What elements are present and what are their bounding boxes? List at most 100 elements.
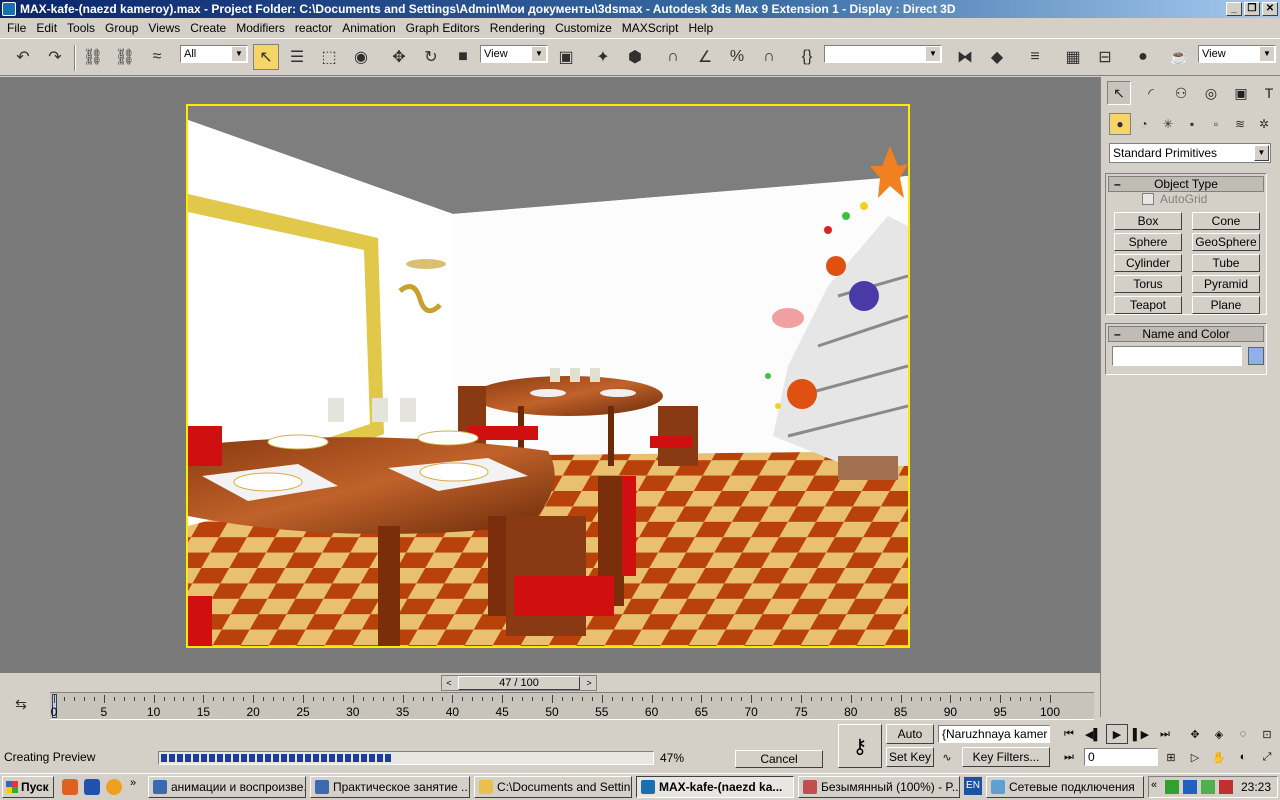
- sphere-button[interactable]: Sphere: [1114, 233, 1182, 251]
- lights-icon[interactable]: ✳: [1157, 113, 1179, 135]
- percent-snap-icon[interactable]: %: [724, 44, 750, 70]
- create-tab-icon[interactable]: ↖: [1107, 81, 1131, 105]
- object-type-header[interactable]: – Object Type: [1108, 176, 1264, 192]
- 3dsmax-app-icon[interactable]: [2, 2, 16, 16]
- select-and-manipulate-icon[interactable]: ✦: [590, 44, 616, 70]
- chevron-right-icon[interactable]: >: [582, 676, 596, 690]
- default-in-out-tangents-icon[interactable]: ∿: [936, 747, 958, 767]
- name-and-color-header[interactable]: – Name and Color: [1108, 326, 1264, 342]
- language-indicator[interactable]: EN: [964, 777, 982, 795]
- select-and-link-icon[interactable]: ⛓: [80, 44, 106, 70]
- more-quicklaunch-icon[interactable]: »: [130, 777, 136, 789]
- redo-icon[interactable]: ↷: [42, 44, 68, 70]
- restore-icon[interactable]: ❐: [1244, 2, 1260, 16]
- schematic-view-icon[interactable]: ⊟: [1092, 44, 1118, 70]
- tray-signal-icon[interactable]: [1201, 780, 1215, 794]
- mini-curve-editor-icon[interactable]: ⇆: [10, 696, 32, 714]
- cylinder-button[interactable]: Cylinder: [1114, 254, 1182, 272]
- angle-snap-icon[interactable]: ∠: [692, 44, 718, 70]
- menu-graph-editors[interactable]: Graph Editors: [403, 21, 487, 35]
- cone-button[interactable]: Cone: [1192, 212, 1260, 230]
- select-and-rotate-icon[interactable]: ↻: [418, 44, 444, 70]
- menu-edit[interactable]: Edit: [33, 21, 64, 35]
- arc-rotate-icon[interactable]: ◐: [1232, 747, 1254, 767]
- select-object-icon[interactable]: ↖: [253, 44, 279, 70]
- motion-tab-icon[interactable]: ◎: [1199, 81, 1223, 105]
- edit-named-selection-icon[interactable]: {}: [794, 44, 820, 70]
- browser-icon[interactable]: [62, 779, 78, 795]
- teapot-button[interactable]: Teapot: [1114, 296, 1182, 314]
- curve-editor-icon[interactable]: ▦: [1060, 44, 1086, 70]
- object-color-swatch[interactable]: [1248, 347, 1264, 365]
- camera-viewport[interactable]: [186, 104, 910, 648]
- menu-create[interactable]: Create: [187, 21, 233, 35]
- keyboard-shortcut-override-icon[interactable]: ⬢: [622, 44, 648, 70]
- layer-manager-icon[interactable]: ≡: [1022, 44, 1048, 70]
- selection-filter-dropdown[interactable]: All ▼: [180, 45, 248, 63]
- space-warps-icon[interactable]: ≋: [1229, 113, 1251, 135]
- timeline-ruler[interactable]: 0 5 10 15 20 25 30 35 40 45 50 55 60 65 70 75 80 85 90 95 10…: [50, 692, 1094, 720]
- menu-help[interactable]: Help: [685, 21, 720, 35]
- time-slider-thumb[interactable]: 47 / 100: [458, 676, 580, 690]
- auto-key-button[interactable]: Auto Key: [886, 724, 934, 759]
- cameras-icon[interactable]: ▪: [1181, 113, 1203, 135]
- menu-views[interactable]: Views: [145, 21, 187, 35]
- media-player-icon[interactable]: [84, 779, 100, 795]
- current-frame-input[interactable]: 0: [1084, 748, 1158, 766]
- reference-coordinate-dropdown[interactable]: View ▼: [480, 45, 548, 63]
- window-crossing-icon[interactable]: ◉: [348, 44, 374, 70]
- zoom-icon[interactable]: ✥: [1184, 724, 1206, 744]
- cancel-button[interactable]: Cancel: [735, 750, 823, 768]
- unlink-selection-icon[interactable]: ⛓: [112, 44, 138, 70]
- hierarchy-tab-icon[interactable]: ⚇: [1169, 81, 1193, 105]
- render-type-dropdown[interactable]: View ▼: [1198, 45, 1276, 63]
- align-icon[interactable]: ◆: [984, 44, 1010, 70]
- key-filters-button[interactable]: Key Filters...: [962, 747, 1050, 767]
- display-tab-icon[interactable]: ▣: [1229, 81, 1253, 105]
- rectangular-selection-icon[interactable]: ⬚: [316, 44, 342, 70]
- set-key-button[interactable]: Set Key: [886, 747, 934, 767]
- autogrid-checkbox[interactable]: AutoGrid: [1142, 192, 1207, 206]
- time-slider[interactable]: < 47 / 100 >: [441, 675, 597, 691]
- taskbar-network-connections[interactable]: Сетевые подключения: [986, 776, 1144, 798]
- chevron-left-icon[interactable]: <: [442, 676, 456, 690]
- pyramid-button[interactable]: Pyramid: [1192, 275, 1260, 293]
- tray-expand-icon[interactable]: «: [1151, 779, 1157, 791]
- geometry-icon[interactable]: ●: [1109, 113, 1131, 135]
- close-icon[interactable]: ✕: [1262, 2, 1278, 16]
- set-key-icon[interactable]: ⚷: [838, 724, 882, 768]
- menu-file[interactable]: File: [4, 21, 33, 35]
- menu-reactor[interactable]: reactor: [292, 21, 339, 35]
- menu-animation[interactable]: Animation: [339, 21, 402, 35]
- spinner-snap-icon[interactable]: ∩: [756, 44, 782, 70]
- previous-frame-icon[interactable]: ◀▌: [1082, 724, 1104, 744]
- taskbar-explorer-folder[interactable]: C:\Documents and Settin...: [474, 776, 632, 798]
- menu-customize[interactable]: Customize: [552, 21, 619, 35]
- bind-to-space-warp-icon[interactable]: ≈: [144, 44, 170, 70]
- select-and-scale-icon[interactable]: ■: [450, 44, 476, 70]
- box-button[interactable]: Box: [1114, 212, 1182, 230]
- zoom-all-icon[interactable]: ◈: [1208, 724, 1230, 744]
- systems-icon[interactable]: ✲: [1253, 113, 1275, 135]
- field-of-view-icon[interactable]: ▷: [1184, 747, 1206, 767]
- menu-rendering[interactable]: Rendering: [487, 21, 552, 35]
- shapes-icon[interactable]: ◔: [1133, 113, 1155, 135]
- time-configuration-icon[interactable]: ⊞: [1160, 747, 1182, 767]
- tube-button[interactable]: Tube: [1192, 254, 1260, 272]
- maximize-viewport-icon[interactable]: ⤢: [1256, 747, 1278, 767]
- plane-button[interactable]: Plane: [1192, 296, 1260, 314]
- utilities-tab-icon[interactable]: T: [1257, 81, 1280, 105]
- selection-set-dropdown[interactable]: {Naruzhnaya kamer: [938, 725, 1050, 743]
- menu-group[interactable]: Group: [102, 21, 145, 35]
- menu-maxscript[interactable]: MAXScript: [619, 21, 686, 35]
- go-to-end-icon[interactable]: ⏭: [1154, 724, 1176, 744]
- select-and-move-icon[interactable]: ✥: [386, 44, 412, 70]
- geosphere-button[interactable]: GeoSphere: [1192, 233, 1260, 251]
- mirror-icon[interactable]: ⧓: [952, 44, 978, 70]
- start-button[interactable]: Пуск: [2, 776, 54, 798]
- pivot-center-icon[interactable]: ▣: [553, 44, 579, 70]
- primitive-category-dropdown[interactable]: Standard Primitives ▼: [1109, 143, 1271, 163]
- tray-network-icon[interactable]: [1183, 780, 1197, 794]
- menu-modifiers[interactable]: Modifiers: [233, 21, 292, 35]
- render-scene-icon[interactable]: ☕: [1166, 44, 1192, 70]
